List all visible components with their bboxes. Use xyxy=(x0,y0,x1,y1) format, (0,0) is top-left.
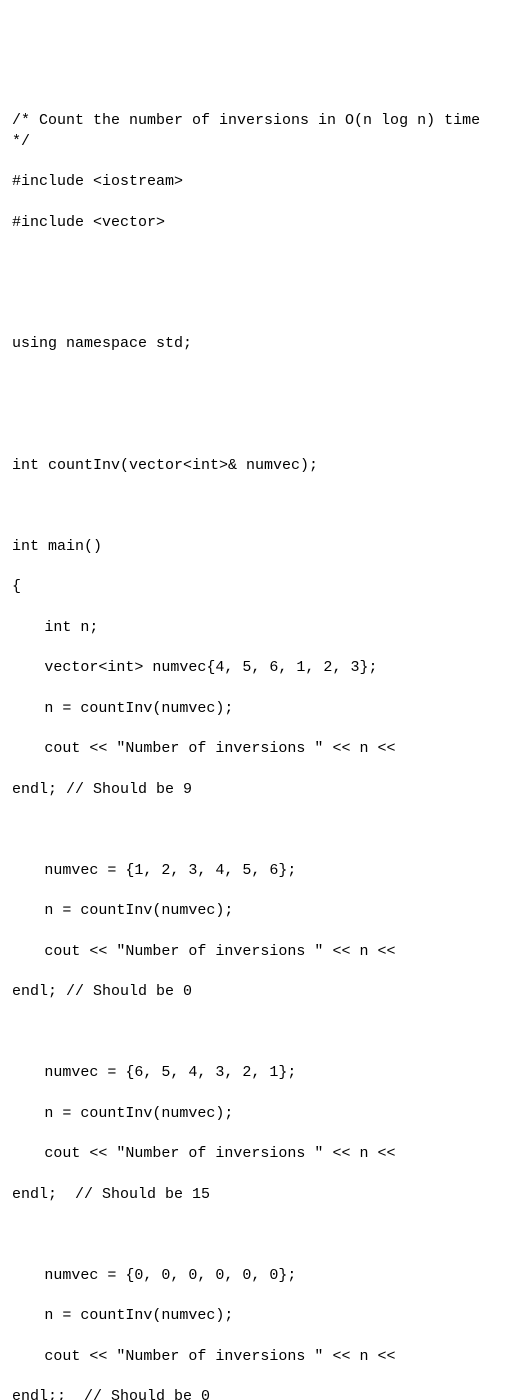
include-line: #include <vector> xyxy=(12,213,496,233)
blank-line xyxy=(12,253,496,273)
cout-continuation: endl; // Should be 0 xyxy=(12,982,496,1002)
cout-line: cout << "Number of inversions " << n << xyxy=(12,942,496,962)
brace-open: { xyxy=(12,577,496,597)
comment-line: /* Count the number of inversions in O(n… xyxy=(12,111,496,152)
call-line: n = countInv(numvec); xyxy=(12,901,496,921)
call-line: n = countInv(numvec); xyxy=(12,1306,496,1326)
main-signature: int main() xyxy=(12,537,496,557)
cout-continuation: endl;; // Should be 0 xyxy=(12,1387,496,1400)
call-line: n = countInv(numvec); xyxy=(12,1104,496,1124)
blank-line xyxy=(12,375,496,395)
call-line: n = countInv(numvec); xyxy=(12,699,496,719)
blank-line xyxy=(12,1023,496,1043)
cout-line: cout << "Number of inversions " << n << xyxy=(12,1347,496,1367)
cout-continuation: endl; // Should be 15 xyxy=(12,1185,496,1205)
code-snippet: /* Count the number of inversions in O(n… xyxy=(12,91,496,1400)
vector-assign-line: numvec = {0, 0, 0, 0, 0, 0}; xyxy=(12,1266,496,1286)
vector-assign-line: numvec = {6, 5, 4, 3, 2, 1}; xyxy=(12,1063,496,1083)
blank-line xyxy=(12,1225,496,1245)
decl-line: int n; xyxy=(12,618,496,638)
blank-line xyxy=(12,496,496,516)
vector-init-line: vector<int> numvec{4, 5, 6, 1, 2, 3}; xyxy=(12,658,496,678)
blank-line xyxy=(12,415,496,435)
using-line: using namespace std; xyxy=(12,334,496,354)
cout-line: cout << "Number of inversions " << n << xyxy=(12,739,496,759)
blank-line xyxy=(12,820,496,840)
vector-assign-line: numvec = {1, 2, 3, 4, 5, 6}; xyxy=(12,861,496,881)
prototype-line: int countInv(vector<int>& numvec); xyxy=(12,456,496,476)
cout-line: cout << "Number of inversions " << n << xyxy=(12,1144,496,1164)
cout-continuation: endl; // Should be 9 xyxy=(12,780,496,800)
blank-line xyxy=(12,294,496,314)
include-line: #include <iostream> xyxy=(12,172,496,192)
